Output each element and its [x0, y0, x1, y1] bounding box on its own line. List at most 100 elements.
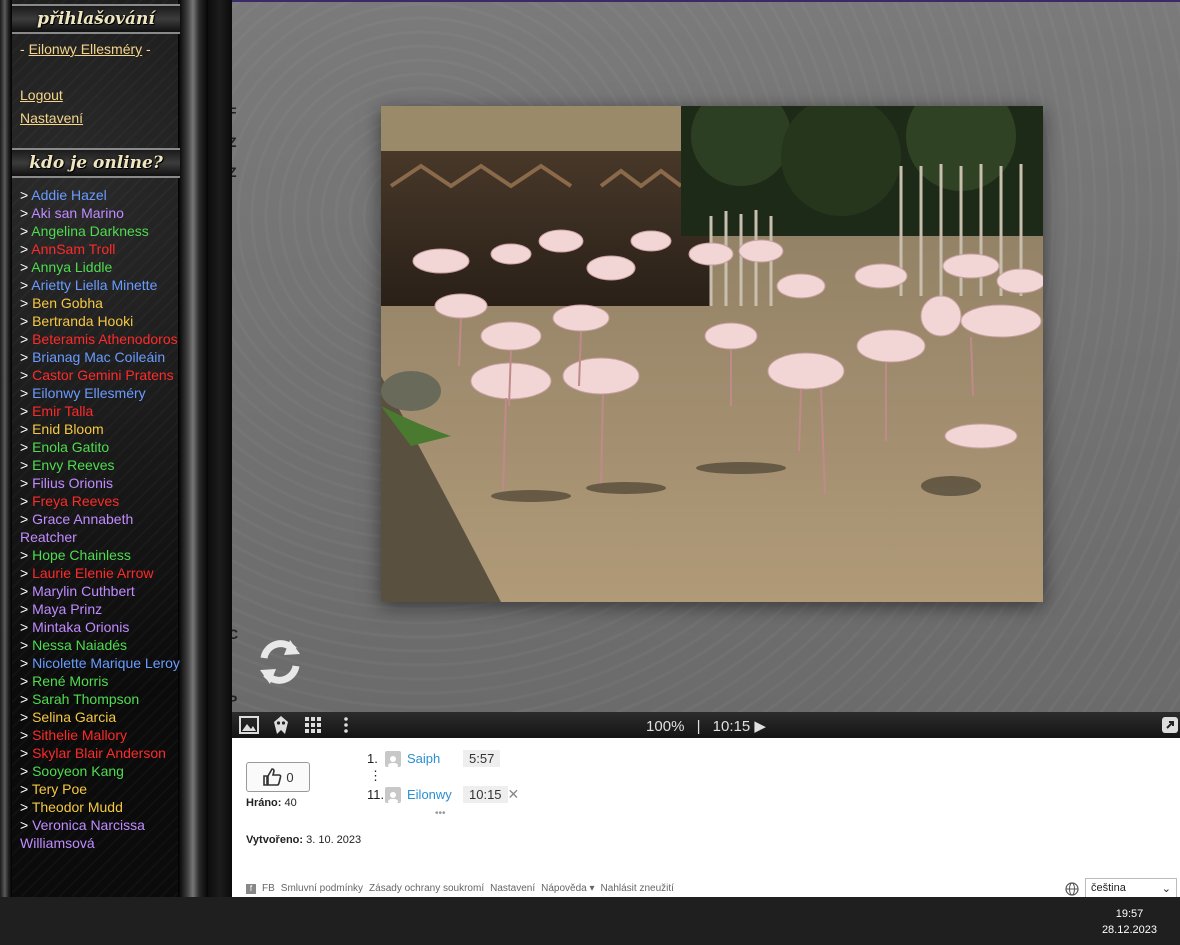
bullet: >: [20, 403, 33, 419]
facebook-icon[interactable]: f: [246, 883, 256, 894]
online-user: > Marylin Cuthbert: [20, 582, 180, 600]
settings-link[interactable]: Nastavení: [20, 110, 83, 126]
bullet: >: [20, 619, 33, 635]
more-dots[interactable]: •••: [435, 808, 446, 819]
zoom-level[interactable]: 100%: [646, 718, 684, 735]
footer-link[interactable]: Nahlásit zneužití: [601, 883, 674, 894]
online-user-link[interactable]: Selina Garcia: [32, 709, 116, 725]
bullet: >: [20, 223, 32, 239]
bullet: >: [20, 493, 33, 509]
play-icon[interactable]: ▶: [754, 718, 766, 735]
online-user-link[interactable]: Arietty Liella Minette: [31, 277, 157, 293]
online-user-link[interactable]: Bertranda Hooki: [32, 313, 133, 329]
online-user-link[interactable]: Castor Gemini Pratens: [32, 367, 174, 383]
online-user-link[interactable]: Addie Hazel: [31, 187, 107, 203]
online-user: > AnnSam Troll: [20, 240, 180, 258]
player-time: 5:57: [463, 750, 501, 767]
bullet: >: [20, 187, 32, 203]
online-user: > Freya Reeves: [20, 492, 180, 510]
bullet: >: [20, 259, 32, 275]
online-user-link[interactable]: Laurie Elenie Arrow: [32, 565, 153, 581]
online-user-link[interactable]: Enid Bloom: [32, 421, 104, 437]
sidebar-left-rail: [0, 0, 12, 897]
bullet: >: [20, 385, 33, 401]
refresh-icon[interactable]: [254, 636, 306, 688]
created-value: 3. 10. 2023: [306, 834, 362, 846]
logout-link[interactable]: Logout: [20, 87, 63, 103]
online-user: > Emir Talla: [20, 402, 180, 420]
like-button[interactable]: 0: [246, 762, 310, 792]
online-user: > Eilonwy Ellesméry: [20, 384, 180, 402]
online-user: > Envy Reeves: [20, 456, 180, 474]
online-user-link[interactable]: Nicolette Marique Leroy: [32, 655, 180, 671]
fullscreen-icon[interactable]: [1160, 715, 1180, 735]
played-value: 40: [284, 797, 297, 809]
online-banner: kdo je online?: [12, 148, 180, 178]
background-letter: P: [232, 692, 237, 708]
online-user: > Theodor Mudd: [20, 798, 180, 816]
online-user-link[interactable]: AnnSam Troll: [31, 241, 115, 257]
footer-link[interactable]: FB: [262, 883, 275, 894]
online-user-link[interactable]: Eilonwy Ellesméry: [32, 385, 146, 401]
bullet: >: [20, 745, 33, 761]
online-user-link[interactable]: Brianag Mac Coileáin: [32, 349, 165, 365]
background-letter: Z: [232, 134, 237, 150]
globe-icon: [1065, 882, 1079, 896]
online-user-link[interactable]: Veronica Narcissa Williamsová: [20, 817, 145, 851]
online-user-link[interactable]: Sithelie Mallory: [32, 727, 127, 743]
online-user: > Addie Hazel: [20, 186, 180, 204]
logged-user-link[interactable]: Eilonwy Ellesméry: [29, 41, 143, 57]
leaderboard-row: 1. Saiph 5:57: [367, 750, 501, 767]
bullet: >: [20, 277, 32, 293]
online-user-link[interactable]: Theodor Mudd: [32, 799, 123, 815]
online-user-link[interactable]: Emir Talla: [32, 403, 93, 419]
bullet: >: [20, 295, 33, 311]
created-stat: Vytvořeno: 3. 10. 2023: [246, 834, 361, 846]
online-user-link[interactable]: Maya Prinz: [32, 601, 102, 617]
close-icon[interactable]: ✕: [508, 786, 520, 803]
bullet: >: [20, 421, 33, 437]
online-user-link[interactable]: Grace Annabeth Reatcher: [20, 511, 133, 545]
puzzle-canvas[interactable]: F Z Z C P: [232, 0, 1180, 714]
bullet: >: [20, 457, 33, 473]
online-user-link[interactable]: René Morris: [32, 673, 108, 689]
online-user-link[interactable]: Aki san Marino: [31, 205, 124, 221]
online-user-link[interactable]: Sooyeon Kang: [32, 763, 124, 779]
online-user-link[interactable]: Beteramis Athenodoros: [32, 331, 178, 347]
online-user-link[interactable]: Angelina Darkness: [31, 223, 149, 239]
online-user-link[interactable]: Sarah Thompson: [32, 691, 139, 707]
online-user-link[interactable]: Skylar Blair Anderson: [32, 745, 166, 761]
online-user: > Bertranda Hooki: [20, 312, 180, 330]
footer-link[interactable]: Nastavení: [490, 883, 535, 894]
user-suffix: -: [142, 41, 151, 57]
player-time: 10:15: [463, 786, 508, 803]
thumbs-up-icon: [263, 768, 282, 786]
online-user-link[interactable]: Tery Poe: [32, 781, 87, 797]
footer-link[interactable]: Nápověda ▾: [541, 883, 594, 894]
bullet: >: [20, 691, 33, 707]
online-user-link[interactable]: Ben Gobha: [32, 295, 103, 311]
online-user-link[interactable]: Freya Reeves: [32, 493, 119, 509]
footer-link[interactable]: Zásady ochrany soukromí: [369, 883, 484, 894]
footer-link[interactable]: Smluvní podmínky: [281, 883, 363, 894]
online-user-link[interactable]: Annya Liddle: [31, 259, 112, 275]
online-user-link[interactable]: Hope Chainless: [32, 547, 131, 563]
online-user-link[interactable]: Mintaka Orionis: [32, 619, 129, 635]
online-user: > Annya Liddle: [20, 258, 180, 276]
player-name-link[interactable]: Saiph: [407, 751, 463, 766]
more-ranks-icon[interactable]: ⋮: [369, 768, 382, 784]
puzzle-photo[interactable]: [381, 106, 1043, 602]
online-user: > Skylar Blair Anderson: [20, 744, 180, 762]
online-user: > Maya Prinz: [20, 600, 180, 618]
separator: |: [696, 718, 701, 735]
online-user-link[interactable]: Nessa Naiadés: [32, 637, 127, 653]
system-clock[interactable]: 19:57 28.12.2023: [1102, 906, 1157, 938]
online-user-link[interactable]: Enola Gatito: [32, 439, 109, 455]
player-name-link[interactable]: Eilonwy: [407, 787, 463, 802]
online-user-link[interactable]: Marylin Cuthbert: [32, 583, 135, 599]
online-user-link[interactable]: Filius Orionis: [32, 475, 113, 491]
online-user: > Aki san Marino: [20, 204, 180, 222]
online-user-link[interactable]: Envy Reeves: [32, 457, 114, 473]
online-user: > Arietty Liella Minette: [20, 276, 180, 294]
language-select[interactable]: čeština ⌄: [1085, 878, 1177, 898]
